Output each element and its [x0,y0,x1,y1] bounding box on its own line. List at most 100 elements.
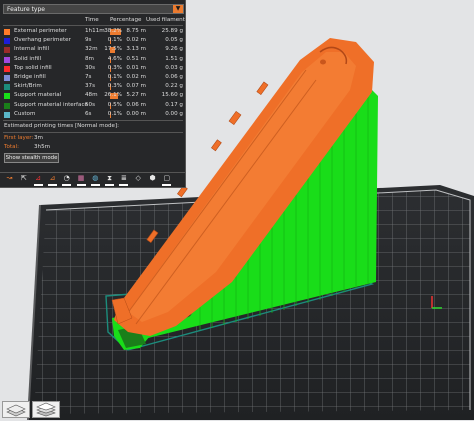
legend-row[interactable]: Custom 6s 0.1% 0.00 m 0.00 g [0,111,186,120]
legend-row[interactable]: Internal infill 32m 17.5% 3.13 m 9.26 g [0,46,186,55]
feature-length: 0.06 m [126,101,146,108]
view-type-value: Feature type [7,6,45,13]
show-stealth-mode-button[interactable]: Show stealth mode [4,153,59,163]
travel-toggle[interactable]: ↝ [4,174,15,186]
feature-percentage: 4.6% [107,55,122,62]
color-swatch [4,93,10,100]
legend-row[interactable]: Skirt/Brim 37s 0.3% 0.07 m 0.22 g [0,83,186,92]
deretractions-icon: ⊿ [49,174,56,182]
active-indicator [162,184,172,186]
feature-length: 0.02 m [126,37,146,44]
feature-length: 0.02 m [126,74,146,80]
active-indicator [119,184,129,186]
feature-weight: 25.89 g [161,28,183,34]
wipe-toggle[interactable]: ⇱ [18,174,29,186]
feature-time: 6s [85,110,92,117]
rows-divider [3,120,183,121]
feature-percentage: 0.3% [107,83,122,90]
feature-time: 37s [85,83,96,90]
visibility-toolbar: ↝ ⇱ ⊿ ⊿ ◔ ▦ ◍ ⧗ ≣ ◇ ⬢ ▢ [0,173,186,188]
color-swatch [4,102,10,109]
feature-weight: 0.03 g [165,64,183,71]
feature-percentage: 0.3% [107,64,122,71]
estimated-times-label: Estimated printing times [Normal mode]: [4,123,120,129]
stacked-layers-icon [36,402,56,417]
first-layer-value: 3m [34,135,44,141]
retractions-toggle[interactable]: ⊿ [33,174,44,186]
feature-name: Internal infill [14,46,50,53]
color-swatch [4,29,10,35]
color-swatch [4,38,10,45]
first-layer-label: First layer: [4,135,34,141]
tool-marker-icon: ⬢ [149,174,156,182]
pause-toggle[interactable]: ⧗ [104,174,115,186]
color-changes-toggle[interactable]: ◍ [90,174,101,186]
layers-slider-button[interactable] [2,401,30,418]
estimated-divider [3,132,183,133]
custom-gcode-toggle[interactable]: ≣ [118,174,129,186]
feature-name: External perimeter [14,28,67,34]
seams-icon: ◔ [63,174,70,182]
feature-percentage: 0.1% [107,110,122,117]
header-percentage: Percentage [110,17,142,23]
feature-name: Support material interface [14,101,88,108]
feature-time: 7s [85,74,92,80]
travel-icon: ↝ [6,174,13,182]
legend-icon: ▢ [163,174,171,182]
color-swatch [4,56,10,63]
tool-changes-icon: ▦ [77,174,85,182]
tool-marker-toggle[interactable]: ⬢ [147,174,158,186]
header-time: Time [85,17,99,23]
feature-name: Top solid infill [14,64,52,71]
shells-icon: ◇ [135,174,141,182]
legend-row[interactable]: Overhang perimeter 9s 0.1% 0.02 m 0.05 g [0,37,186,46]
wipe-icon: ⇱ [20,174,27,182]
seams-toggle[interactable]: ◔ [61,174,72,186]
active-indicator [76,184,86,186]
tool-changes-toggle[interactable]: ▦ [76,174,87,186]
deretractions-toggle[interactable]: ⊿ [47,174,58,186]
feature-length: 3.13 m [126,46,146,53]
feature-weight: 0.06 g [165,74,183,80]
active-indicator [47,184,57,186]
color-changes-icon: ◍ [92,174,99,182]
feature-length: 0.07 m [126,83,146,90]
active-indicator [90,184,100,186]
feature-time: 1h11m [85,28,105,34]
feature-name: Bridge infill [14,74,46,80]
feature-time: 8m [85,55,95,62]
color-swatch [4,65,10,72]
legend-row[interactable]: Support material 48m 26.1% 5.27 m 15.60 g [0,92,186,101]
color-swatch [4,84,10,91]
color-swatch [4,47,10,54]
feature-time: 32m [85,46,98,53]
color-swatch [4,75,10,81]
view-type-dropdown[interactable]: Feature type ▼ [3,4,184,14]
legend-row[interactable]: Bridge infill 7s 0.1% 0.02 m 0.06 g [0,74,186,83]
model-hole [320,59,326,65]
legend-row[interactable]: External perimeter 1h11m 38.2% 8.75 m 25.89 … [0,28,186,37]
feature-time: 9s [85,37,92,44]
chevron-down-icon[interactable]: ▼ [173,5,183,13]
feature-time: 48m [85,92,98,99]
sequential-slider-button[interactable] [32,401,60,418]
total-value: 3h5m [34,144,51,150]
legend-row[interactable]: Solid infill 8m 4.6% 0.51 m 1.51 g [0,56,186,65]
legend-panel: Feature type ▼ Time Percentage Used fila… [0,0,186,173]
feature-percentage: 17.5% [104,46,122,53]
feature-percentage: 26.1% [104,92,122,99]
layers-icon [6,404,26,417]
feature-name: Solid infill [14,55,42,62]
shells-toggle[interactable]: ◇ [133,174,144,186]
legend-toggle[interactable]: ▢ [161,174,172,186]
feature-weight: 9.26 g [165,46,183,53]
legend-row[interactable]: Support material interface 50s 0.5% 0.06 m 0… [0,102,186,111]
retractions-icon: ⊿ [35,174,42,182]
feature-weight: 1.51 g [165,55,183,62]
feature-name: Overhang perimeter [14,37,71,44]
feature-weight: 0.05 g [165,37,183,44]
feature-percentage: 0.5% [107,101,122,108]
custom-gcode-icon: ≣ [120,174,127,182]
legend-row[interactable]: Top solid infill 30s 0.3% 0.01 m 0.03 g [0,65,186,74]
feature-time: 50s [85,101,96,108]
